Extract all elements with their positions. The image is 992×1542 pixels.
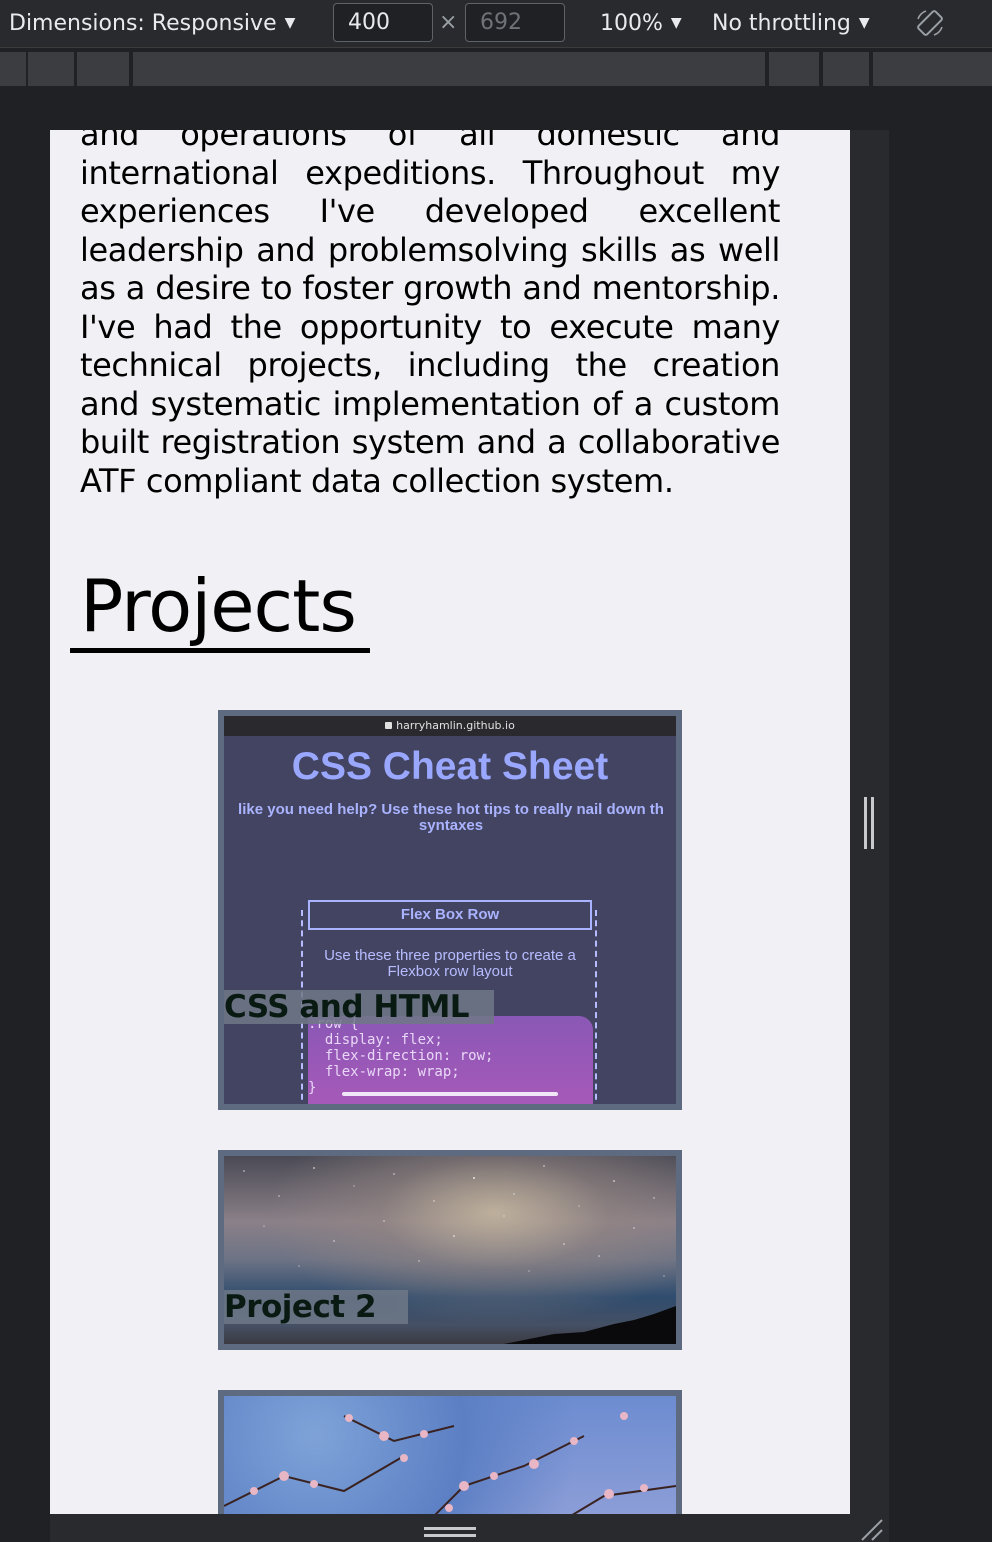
zoom-label: 100% (600, 11, 663, 36)
media-query-segment[interactable] (0, 52, 26, 86)
throttling-label: No throttling (712, 11, 851, 36)
chevron-down-icon: ▼ (284, 15, 296, 31)
code-block: .row { display: flex; flex-direction: ro… (308, 1016, 593, 1104)
projects-heading: Projects (80, 564, 357, 648)
right-resize-handle[interactable] (862, 797, 876, 849)
media-query-segment[interactable] (133, 52, 765, 86)
screenshot-scrollbar (342, 1092, 558, 1096)
media-query-segment[interactable] (873, 52, 992, 86)
flexbox-row-box: Flex Box Row (308, 900, 592, 930)
emulated-viewport[interactable]: and operations of all domestic and inter… (50, 130, 850, 1514)
times-icon: × (439, 10, 458, 35)
url-text: harryhamlin.github.io (396, 719, 515, 732)
screenshot-title: CSS Cheat Sheet (291, 745, 609, 788)
throttling-dropdown[interactable]: No throttling ▼ (712, 9, 870, 38)
lock-icon (385, 722, 393, 729)
blossom-branches (224, 1412, 676, 1514)
code-text: .row { display: flex; flex-direction: ro… (308, 1016, 494, 1096)
media-query-segment[interactable] (823, 52, 869, 86)
dimensions-dropdown[interactable]: Dimensions: Responsive ▼ (9, 9, 295, 38)
project-card-3[interactable] (218, 1390, 682, 1514)
zoom-dropdown[interactable]: 100% ▼ (600, 9, 682, 38)
project-card-2[interactable]: Project 2 (218, 1150, 682, 1350)
device-toolbar: Dimensions: Responsive ▼ 400 × 692 100% ▼ … (0, 0, 992, 48)
dimensions-label: Dimensions: Responsive (9, 11, 277, 36)
bottom-resize-handle[interactable] (424, 1527, 476, 1539)
screenshot-description: Use these three properties to create a F… (324, 947, 576, 980)
corner-resize-icon[interactable] (856, 1516, 886, 1542)
media-query-segment[interactable] (28, 52, 74, 86)
media-query-bar[interactable] (0, 52, 992, 86)
height-input[interactable]: 692 (465, 3, 565, 42)
heading-underline (70, 648, 370, 653)
width-input[interactable]: 400 (333, 3, 433, 42)
chevron-down-icon: ▼ (858, 15, 870, 31)
chevron-down-icon: ▼ (670, 15, 682, 31)
project-caption: CSS and HTML (224, 990, 494, 1024)
project-screenshot: harryhamlin.github.io CSS Cheat Sheet li… (224, 716, 676, 1104)
url-bar: harryhamlin.github.io (224, 716, 676, 736)
project-caption: Project 2 (224, 1290, 408, 1324)
rotate-icon[interactable] (914, 7, 946, 39)
media-query-segment[interactable] (77, 52, 129, 86)
about-paragraph: and operations of all domestic and inter… (80, 130, 780, 500)
screenshot-subtitle: like you need help? Use these hot tips t… (238, 801, 664, 834)
project-card-css-html[interactable]: harryhamlin.github.io CSS Cheat Sheet li… (218, 710, 682, 1110)
media-query-segment[interactable] (769, 52, 819, 86)
